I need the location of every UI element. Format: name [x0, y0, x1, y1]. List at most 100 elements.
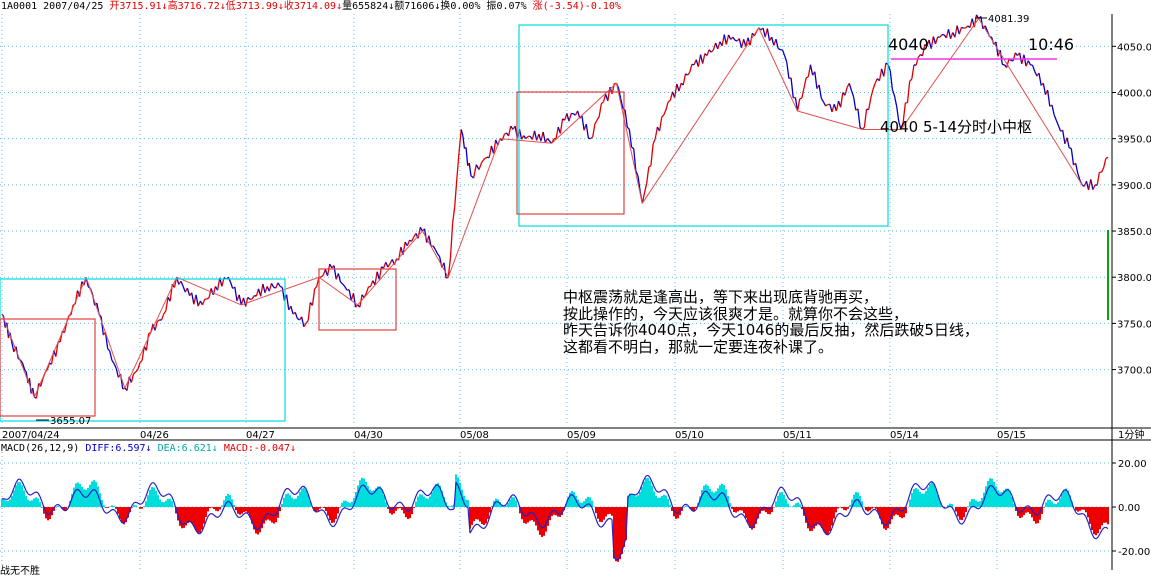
macd-diff-segment [946, 507, 948, 508]
price-segment [948, 29, 950, 38]
macd-diff-segment [400, 502, 402, 503]
price-segment [271, 283, 273, 287]
price-segment [688, 72, 690, 75]
macd-diff-segment [772, 502, 774, 507]
macd-diff-segment [240, 516, 242, 518]
price-segment [459, 129, 461, 152]
price-segment [302, 317, 304, 327]
macd-diff-segment [792, 499, 794, 500]
macd-diff-segment [912, 484, 914, 488]
price-segment [276, 283, 278, 288]
price-segment [854, 97, 856, 110]
change-label: 涨(-3.54)-0.10% [533, 1, 621, 12]
price-segment [597, 116, 599, 120]
pivot-zone-cyan [519, 25, 888, 226]
macd-diff-segment [596, 519, 598, 524]
price-segment [407, 240, 409, 246]
macd-diff-segment [36, 492, 38, 493]
macd-diff-segment [542, 527, 544, 528]
price-segment [1026, 61, 1028, 67]
chart-stage: 4050.004000.003950.003900.003850.003800.… [0, 0, 1151, 573]
price-segment [502, 134, 504, 140]
price-segment [601, 102, 603, 104]
macd-diff-segment [900, 510, 902, 511]
price-segment [785, 56, 787, 63]
price-segment [957, 26, 959, 34]
macd-diff-segment [20, 479, 22, 481]
macd-diff-segment [40, 496, 42, 501]
macd-info-bar: MACD(26,12,9) DIFF:6.597↓ DEA:6.621↓ MAC… [1, 442, 296, 455]
price-segment [871, 89, 873, 97]
macd-diff-segment [952, 507, 954, 510]
price-segment [974, 15, 976, 27]
macd-diff-segment [330, 524, 332, 527]
macd-diff-segment [290, 490, 292, 492]
price-segment [328, 264, 330, 276]
price-segment [733, 37, 735, 40]
price-segment [334, 266, 336, 280]
macd-diff-segment [942, 506, 944, 508]
stroke-line [86, 277, 125, 388]
macd-diff-segment [244, 513, 246, 514]
price-segment [895, 96, 897, 107]
macd-diff-segment [962, 522, 964, 524]
macd-diff-segment [142, 501, 144, 504]
price-segment [961, 27, 963, 28]
commentary-line: 中枢震荡就是逢高出，等下来出现底背驰再买， [563, 289, 1083, 306]
macd-diff-segment [402, 503, 404, 506]
price-segment [819, 85, 821, 98]
macd-diff-segment [296, 492, 298, 494]
price-segment [595, 120, 597, 124]
price-segment [110, 351, 112, 360]
macd-diff-segment [918, 485, 920, 487]
macd-diff-segment [26, 491, 28, 494]
y-tick-label: 3700.00 [1117, 366, 1151, 377]
macd-diff-segment [408, 510, 410, 511]
price-segment [879, 69, 881, 81]
macd-diff-segment [292, 493, 294, 495]
volume-label: 量655824↓ [342, 1, 394, 12]
price-segment [438, 254, 440, 257]
price-segment [556, 127, 558, 138]
price-segment [205, 299, 207, 300]
macd-diff-segment [660, 491, 662, 492]
macd-diff-segment [778, 488, 780, 491]
price-segment [836, 101, 838, 111]
macd-diff-segment [222, 507, 224, 512]
price-segment [711, 50, 713, 53]
y-tick-label: 3800.00 [1117, 273, 1151, 284]
amplitude-label: 振0.07% [487, 1, 527, 12]
price-segment [484, 157, 487, 159]
price-segment [1076, 163, 1078, 173]
macd-diff-segment [144, 496, 146, 501]
price-segment [455, 178, 457, 206]
price-segment [108, 348, 110, 351]
price-segment [772, 37, 774, 45]
price-segment [1063, 130, 1065, 144]
macd-name: MACD(26,12,9) [1, 443, 79, 454]
price-segment [295, 312, 297, 318]
x-tick-label: 05/11 [783, 430, 812, 441]
macd-diff-segment [838, 513, 840, 514]
macd-diff-segment [774, 496, 776, 502]
macd-diff-segment [916, 483, 918, 485]
price-segment [162, 314, 164, 320]
macd-diff-segment [138, 503, 140, 504]
price-segment [670, 92, 672, 100]
macd-diff-segment [114, 510, 116, 512]
price-segment [1039, 73, 1041, 85]
stroke-line [798, 111, 863, 129]
macd-diff-segment [322, 510, 324, 511]
x-tick-label: 04/27 [246, 430, 275, 441]
macd-diff-segment [1000, 495, 1002, 496]
price-segment [509, 126, 511, 136]
macd-diff-segment [1076, 513, 1078, 515]
chart-svg[interactable]: 4050.004000.003950.003900.003850.003800.… [0, 0, 1151, 573]
macd-diff-segment [704, 491, 706, 492]
commentary-line: 昨天告诉你4040点，今天1046的最后反抽，然后跌破5日线， [563, 322, 1083, 339]
price-segment [593, 124, 595, 137]
macd-diff-segment [160, 494, 162, 496]
price-segment [808, 65, 810, 77]
price-segment [547, 138, 549, 141]
macd-diff-segment [836, 514, 838, 517]
